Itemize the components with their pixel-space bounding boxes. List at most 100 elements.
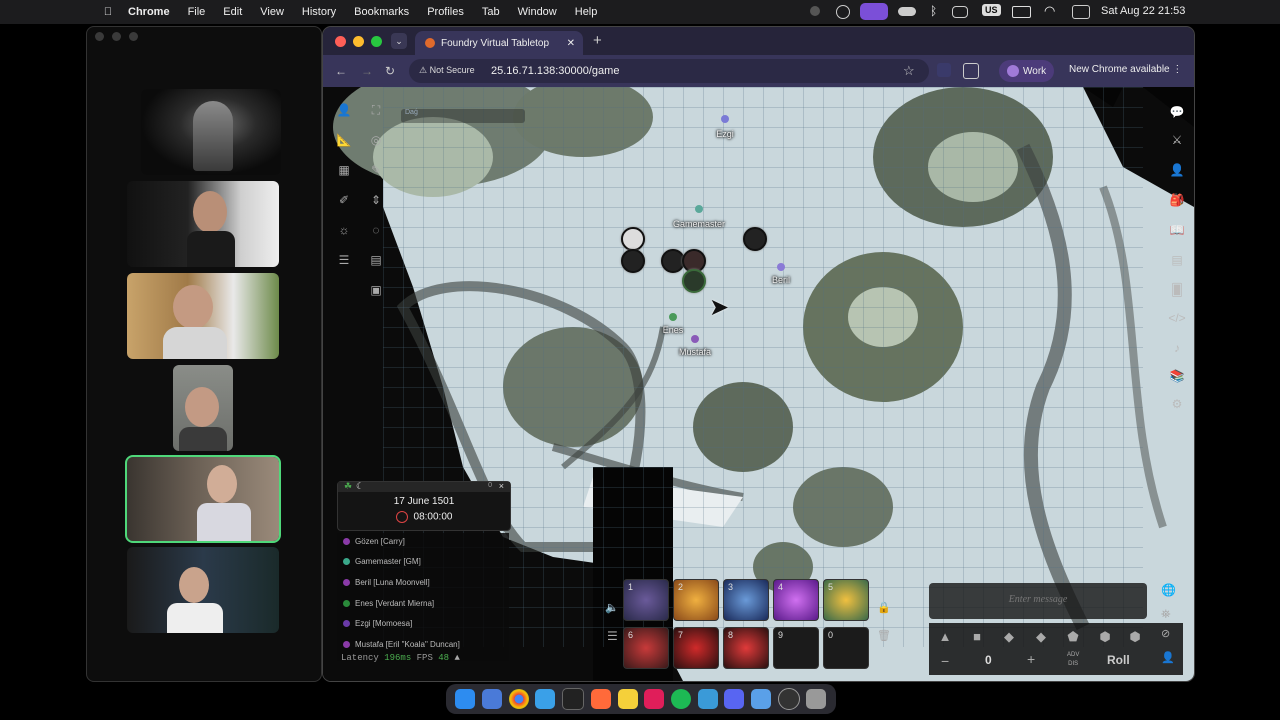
discord-icon[interactable] [724,689,745,709]
token[interactable] [621,249,645,273]
hotbar-slot-2[interactable]: 2 [673,579,719,621]
hotbar-slot-4[interactable]: 4 [773,579,819,621]
select-icon[interactable]: ⛶ [367,101,385,119]
menu-window[interactable]: Window [518,6,557,18]
maximize-icon[interactable] [371,36,382,47]
adv-dis-toggle[interactable]: ADV DIS [1067,651,1079,669]
volume-icon[interactable]: 🔈 [605,601,619,614]
chrome-icon[interactable] [508,689,529,709]
settings-tab-icon[interactable]: ⚙ [1168,395,1186,413]
unity-icon[interactable] [562,688,585,710]
chat-tab-icon[interactable]: 💬 [1168,103,1186,121]
token-controls-icon[interactable]: 👤 [335,101,353,119]
hotbar-slot-3[interactable]: 3 [723,579,769,621]
close-icon[interactable] [335,36,346,47]
eye-slash-icon[interactable]: ⊘ [1161,627,1170,640]
macros-tab-icon[interactable]: </> [1168,309,1186,327]
menu-tab[interactable]: Tab [482,6,500,18]
new-chrome-available-button[interactable]: New Chrome available ⋮ [1069,64,1182,75]
claude-icon[interactable] [590,689,611,709]
video-tile-participant-3[interactable] [173,365,233,451]
menu-help[interactable]: Help [575,6,598,18]
menu-clock[interactable]: Sat Aug 22 21:53 [1101,5,1185,17]
foundry-icon[interactable] [777,688,800,710]
lighting-icon[interactable]: ☼ [335,221,353,239]
new-tab-icon[interactable]: + [593,32,602,49]
gamepad-icon[interactable] [952,6,968,18]
sounds-icon[interactable]: ◌ [367,221,385,239]
items-tab-icon[interactable]: 🎒 [1168,191,1186,209]
tiles-icon[interactable]: ▦ [335,161,353,179]
d8-icon[interactable]: ◆ [1001,629,1017,645]
wifi-icon[interactable]: ◠ [1044,3,1055,19]
player-row[interactable]: Enes [Verdant Mierna] [343,599,434,608]
minimize-icon[interactable] [353,36,364,47]
scene-navigation[interactable]: Daǵ [401,109,525,123]
menu-profiles[interactable]: Profiles [427,6,464,18]
bluetooth-icon[interactable]: ᛒ [930,4,937,18]
profile-button[interactable]: Work [999,60,1055,82]
tables-tab-icon[interactable]: ▤ [1168,251,1186,269]
broadcast-icon[interactable]: ⛯ [1161,607,1171,622]
video-tile-participant-2[interactable] [127,273,279,359]
token[interactable] [621,227,645,251]
menu-view[interactable]: View [260,6,284,18]
measure-icon[interactable]: 📐 [335,131,353,149]
apple-icon[interactable]:  [100,6,116,18]
d100-icon[interactable]: ⬢ [1127,629,1143,645]
hotbar-slot-10[interactable]: 0 [823,627,869,669]
drawing-icon[interactable]: ✐ [335,191,353,209]
forward-icon[interactable]: → [361,64,373,78]
calendar-widget[interactable]: ☘ ☾ 0 × 17 June 1501 08:00:00 [337,481,511,531]
battery-icon[interactable] [1012,6,1031,18]
player-row[interactable]: Ezgi [Momoesa] [343,619,412,628]
compendium-tab-icon[interactable]: 📚 [1168,367,1186,385]
address-bar[interactable]: ⚠ Not Secure 25.16.71.138:30000/game ☆ [409,59,929,83]
hotbar-slot-6[interactable]: 6 [623,627,669,669]
hotbar-menu-icon[interactable]: ☰ [607,629,618,643]
globe-icon[interactable]: 🌐 [1161,583,1176,597]
video-tile-participant-1[interactable] [127,181,279,267]
walls-icon[interactable]: ⇕ [367,191,385,209]
regions-icon[interactable]: ▤ [367,251,385,269]
tab-foundry[interactable]: Foundry Virtual Tabletop ✕ [415,31,583,55]
finder-icon[interactable] [455,689,476,709]
video-tile-participant-5[interactable] [127,547,279,633]
menu-file[interactable]: File [188,6,206,18]
chat-message-input[interactable]: Enter message [929,583,1147,619]
input-source-icon[interactable]: US [982,4,1001,16]
d6-icon[interactable]: ■ [969,629,985,645]
playlists-tab-icon[interactable]: ♪ [1168,339,1186,357]
token[interactable] [743,227,767,251]
menu-edit[interactable]: Edit [223,6,242,18]
close-tab-icon[interactable]: ✕ [567,38,575,49]
player-row[interactable]: Gamemaster [GM] [343,557,421,566]
close-icon[interactable]: × [499,481,504,491]
player-row[interactable]: Gözen [Carry] [343,537,405,546]
menu-bookmarks[interactable]: Bookmarks [354,6,409,18]
menu-app-name[interactable]: Chrome [128,6,170,18]
hotbar-slot-1[interactable]: 1 [623,579,669,621]
reload-icon[interactable]: ↻ [385,64,395,78]
video-tile-participant-4-speaking[interactable] [125,455,281,543]
player-row[interactable]: Mustafa [Eril "Koala" Duncan] [343,640,460,649]
ruler-icon[interactable]: ✎ [367,161,385,179]
clock-icon[interactable] [395,511,408,523]
not-secure-badge[interactable]: ⚠ Not Secure [419,65,475,76]
back-icon[interactable]: ← [335,64,347,78]
notes-icon[interactable]: ☰ [335,251,353,269]
files-icon[interactable] [697,689,718,709]
trash-icon[interactable] [806,689,827,709]
combat-tab-icon[interactable]: ⚔ [1168,131,1186,149]
slack-icon[interactable] [644,689,665,709]
d20-icon[interactable]: ⬢ [1097,629,1113,645]
maximize-icon[interactable] [129,32,138,41]
hotbar-slot-5[interactable]: 5 [823,579,869,621]
d4-icon[interactable]: ▲ [937,629,953,645]
bookmark-star-icon[interactable]: ☆ [903,63,915,79]
lock-icon[interactable]: 🔒 [877,601,891,614]
minimize-icon[interactable] [112,32,121,41]
hotbar-slot-8[interactable]: 8 [723,627,769,669]
extensions-puzzle-icon[interactable] [963,63,979,79]
gallery-icon[interactable]: ▣ [367,281,385,299]
